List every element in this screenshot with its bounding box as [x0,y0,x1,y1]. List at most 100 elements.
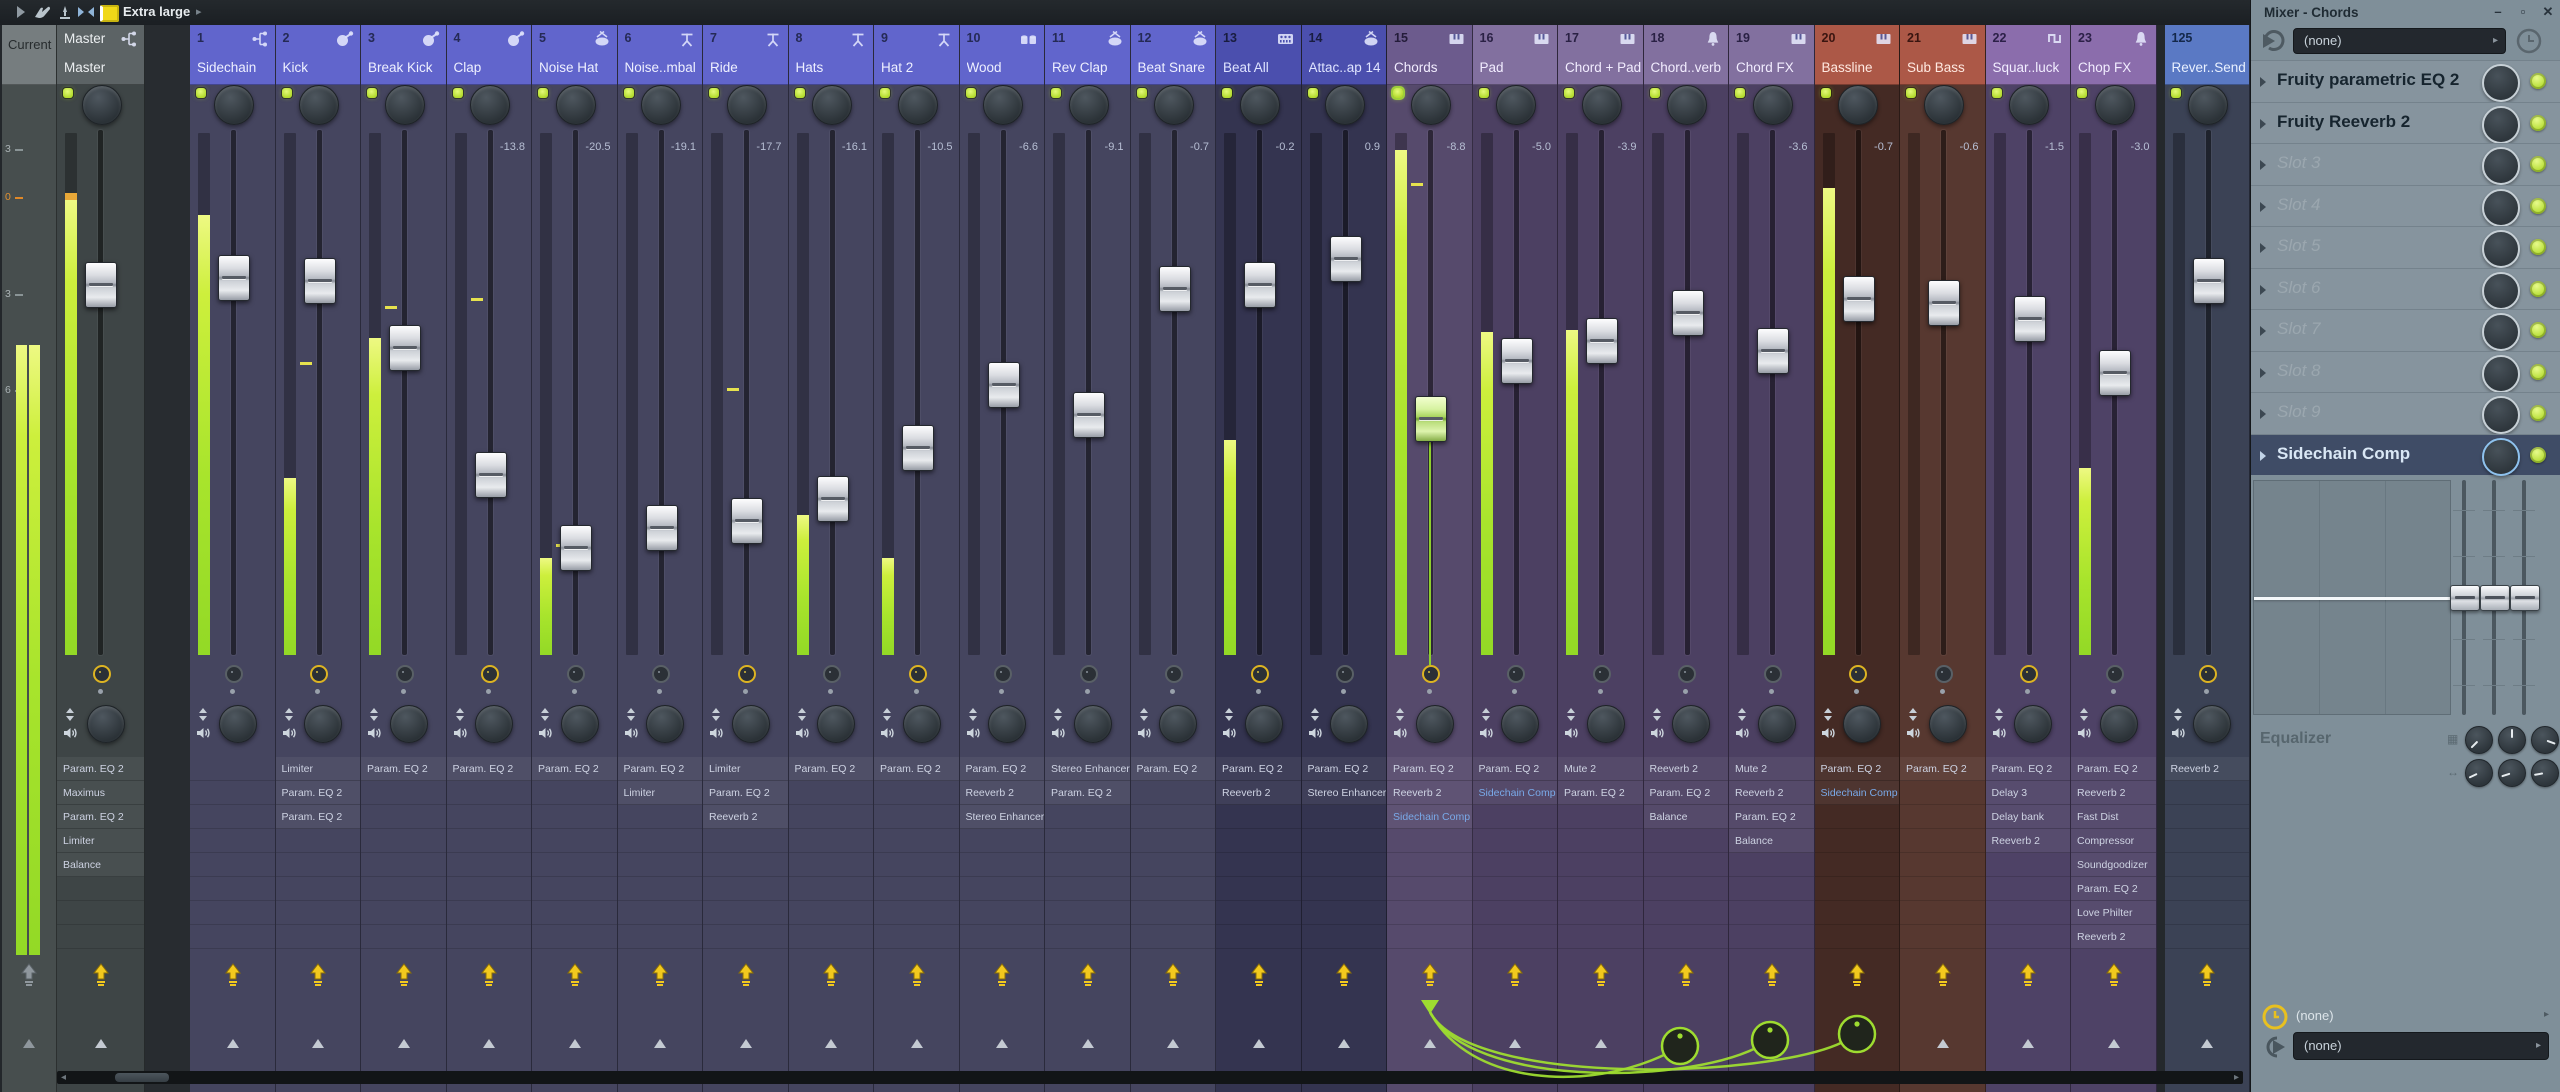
mute-led[interactable] [538,88,548,98]
slot-mix-knob[interactable] [2482,354,2520,393]
plugin-slot[interactable] [1472,805,1557,829]
plugin-slot[interactable] [1216,805,1301,829]
plugin-slot[interactable] [190,853,275,877]
pan-knob[interactable] [2188,85,2229,125]
plugin-slot[interactable] [1045,805,1130,829]
plugin-slot[interactable] [959,829,1044,853]
plugin-slot[interactable] [1130,805,1215,829]
view-caret-icon[interactable]: ▸ [196,5,202,18]
plugin-slot[interactable]: Param. EQ 2 [703,781,788,805]
plugin-slot[interactable] [1045,853,1130,877]
input-dropdown[interactable]: (none) ▸ [2293,28,2506,54]
plugin-slot[interactable] [788,805,873,829]
mute-led[interactable] [709,88,719,98]
plugin-slot[interactable] [2164,925,2249,949]
eq-band-slider[interactable] [2480,585,2510,611]
plugin-slot[interactable] [959,925,1044,949]
channel-strip[interactable]: 14 Attac..ap 14 0.9 Param. EQ 2 Stereo Enhan… [1301,25,1387,1092]
plugin-slot[interactable] [1387,925,1472,949]
stereo-sep-knob[interactable] [1843,705,1882,743]
stereo-sep-knob[interactable] [2099,705,2138,743]
fader-track[interactable] [573,130,578,655]
channel-header[interactable]: 20 Bassline [1814,25,1899,85]
effect-slot-3[interactable]: Slot 3 [2251,143,2560,185]
channel-header[interactable]: 4 Clap [446,25,531,85]
channel-strip[interactable]: 20 Bassline -0.7 Param. EQ 2 Sidechain Comp [1814,25,1900,1092]
route-up-arrow-icon[interactable] [1509,1039,1522,1048]
route-up-arrow-icon[interactable] [568,1039,581,1048]
pan-knob[interactable] [384,85,425,125]
plugin-slot[interactable] [190,757,275,781]
separation-up-icon[interactable] [66,708,74,713]
plugin-slot[interactable] [1472,901,1557,925]
mute-led[interactable] [1222,88,1232,98]
channel-header[interactable]: 21 Sub Bass [1900,25,1985,85]
plugin-slot[interactable] [1130,901,1215,925]
pan-knob[interactable] [1923,85,1964,125]
plugin-slot[interactable]: Balance [1643,805,1728,829]
volume-fader-handle[interactable] [474,452,507,498]
separation-down-icon[interactable] [883,716,891,721]
fader-track[interactable] [829,130,835,655]
mute-led[interactable] [196,88,206,98]
channel-header[interactable]: 12 Beat Snare [1130,25,1215,85]
plugin-slot[interactable] [703,853,788,877]
stereo-sep-knob[interactable] [87,705,125,743]
plugin-slot[interactable] [1985,901,2070,925]
separation-down-icon[interactable] [2173,716,2182,721]
fader-track[interactable] [1684,130,1690,655]
stereo-sep-knob[interactable] [1928,705,1967,743]
plugin-slot[interactable] [57,901,144,925]
stereo-sep-knob[interactable] [475,705,514,743]
volume-fader-handle[interactable] [1928,280,1960,326]
separation-up-icon[interactable] [1909,708,1917,713]
channel-strip[interactable]: 16 Pad -5.0 Param. EQ 2 Sidechain Comp [1472,25,1558,1092]
plugin-slot[interactable] [1900,877,1985,901]
plugin-slot[interactable] [2164,829,2249,853]
send-lamp-icon[interactable] [1250,963,1268,987]
plugin-slot[interactable]: Compressor [2071,829,2156,853]
plugin-slot[interactable] [617,877,702,901]
channel-strip[interactable]: 6 Noise..mbal -19.1 Param. EQ 2 Limiter [617,25,703,1092]
channel-header[interactable]: 7 Ride [703,25,788,85]
channel-header[interactable]: 10 Wood [959,25,1044,85]
stereo-sep-knob[interactable] [218,705,257,743]
plugin-slot[interactable] [617,901,702,925]
plugin-slot[interactable] [190,805,275,829]
time-source-row[interactable]: (none) ▸ [2251,1002,2560,1032]
mute-led[interactable] [1735,88,1745,98]
route-up-arrow-icon[interactable] [1252,1039,1265,1048]
channel-strip[interactable]: 18 Chord..verb Reeverb 2 Param. EQ 2 Balance [1643,25,1729,1092]
plugin-slot[interactable] [1130,829,1215,853]
plugin-slot[interactable] [361,853,446,877]
record-arm-icon[interactable] [1079,665,1098,683]
plugin-slot[interactable]: Mute 2 [1729,757,1814,781]
plugin-slot[interactable]: Reeverb 2 [1643,757,1728,781]
channel-header[interactable]: 5 Noise Hat [532,25,617,85]
plugin-slot[interactable] [2164,853,2249,877]
route-up-arrow-icon[interactable] [2022,1039,2035,1048]
time-clock-icon[interactable] [2515,27,2543,55]
fader-track[interactable] [1257,130,1262,655]
volume-fader-handle[interactable] [1500,338,1533,384]
mute-led[interactable] [794,88,805,98]
mute-led[interactable] [965,88,976,98]
plugin-slot[interactable] [1301,853,1386,877]
plugin-slot[interactable] [1216,901,1301,925]
stereo-sep-knob[interactable] [1159,705,1198,743]
channel-strip[interactable]: 2 Kick Limiter Param. EQ 2 Param. EQ 2 [275,25,361,1092]
send-lamp-icon[interactable] [1848,963,1866,987]
plugin-slot[interactable] [617,853,702,877]
eq-mini-knob[interactable] [2465,759,2493,787]
record-arm-icon[interactable] [1165,665,1184,683]
scroll-left-icon[interactable]: ◂ [61,1071,66,1084]
plugin-slot[interactable] [874,877,959,901]
current-track-strip[interactable]: Current 3 0 3 6 [2,25,57,1092]
plugin-slot[interactable] [190,877,275,901]
channel-header[interactable]: 2 Kick [275,25,360,85]
plugin-slot[interactable]: Param. EQ 2 [2071,877,2156,901]
separation-up-icon[interactable] [1225,708,1233,713]
plugin-slot[interactable]: Sidechain Comp [1814,781,1899,805]
plugin-slot[interactable]: Balance [1729,829,1814,853]
plugin-slot[interactable] [1814,853,1899,877]
